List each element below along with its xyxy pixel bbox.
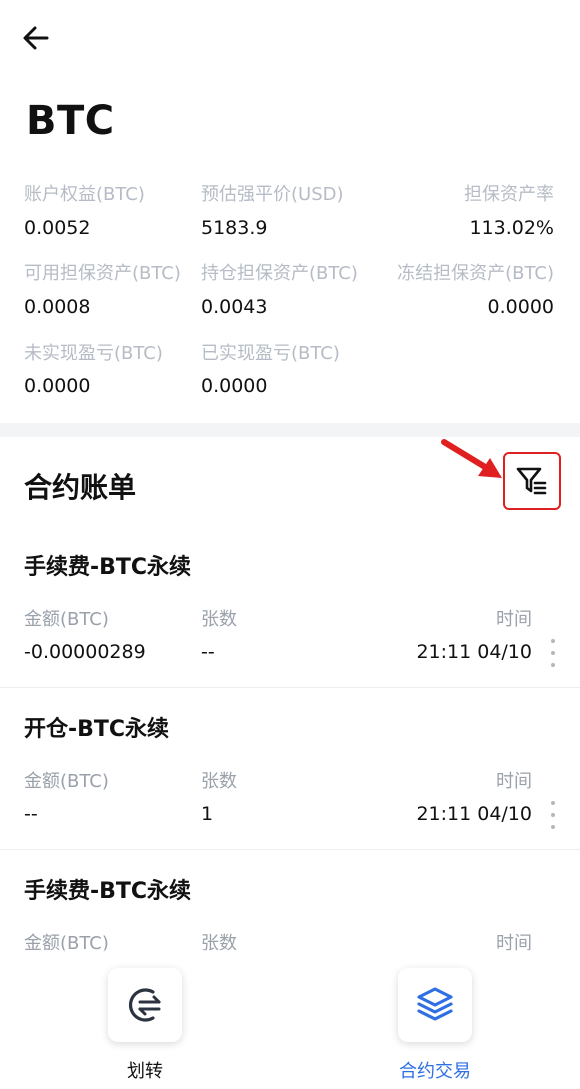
annotation-arrow-icon bbox=[441, 439, 502, 478]
bill-amount-label: 金额(BTC) bbox=[24, 609, 109, 630]
page-title: BTC bbox=[26, 98, 115, 144]
bill-time: 21:11 04/10 bbox=[416, 803, 532, 825]
list-divider bbox=[0, 849, 580, 850]
summary-label-available: 可用担保资产(BTC) bbox=[24, 263, 181, 284]
layers-icon bbox=[417, 987, 453, 1021]
bill-count-label: 张数 bbox=[201, 609, 237, 630]
contract-trade-button[interactable] bbox=[398, 968, 472, 1042]
summary-label-realized-pnl: 已实现盈亏(BTC) bbox=[201, 343, 340, 364]
bill-amount-label: 金额(BTC) bbox=[24, 771, 109, 792]
summary-value-position-margin: 0.0043 bbox=[201, 296, 268, 318]
summary-label-frozen: 冻结担保资产(BTC) bbox=[397, 263, 554, 284]
summary-value-frozen: 0.0000 bbox=[487, 296, 554, 318]
filter-button[interactable] bbox=[503, 452, 561, 510]
bills-section-title: 合约账单 bbox=[24, 471, 137, 504]
bill-count: 1 bbox=[201, 803, 214, 825]
summary-label-position-margin: 持仓担保资产(BTC) bbox=[201, 263, 358, 284]
summary-label-liq-price: 预估强平价(USD) bbox=[201, 184, 344, 205]
transfer-label: 划转 bbox=[127, 1061, 163, 1082]
bill-amount: -0.00000289 bbox=[24, 641, 146, 663]
bill-time-label: 时间 bbox=[496, 609, 532, 630]
arrow-left-icon bbox=[23, 26, 49, 50]
bill-title: 手续费-BTC永续 bbox=[24, 555, 192, 580]
contract-trade-label: 合约交易 bbox=[399, 1061, 471, 1082]
transfer-icon bbox=[128, 988, 161, 1022]
bill-time: 21:11 04/10 bbox=[416, 641, 532, 663]
bottom-action-bar bbox=[0, 950, 580, 1089]
summary-value-unrealized-pnl: 0.0000 bbox=[24, 375, 91, 397]
summary-label-equity: 账户权益(BTC) bbox=[24, 184, 145, 205]
more-options-icon[interactable] bbox=[549, 639, 557, 667]
summary-value-realized-pnl: 0.0000 bbox=[201, 375, 268, 397]
summary-value-liq-price: 5183.9 bbox=[201, 217, 268, 239]
bill-time-label: 时间 bbox=[496, 771, 532, 792]
section-separator bbox=[0, 423, 580, 437]
list-divider bbox=[0, 687, 580, 688]
summary-label-unrealized-pnl: 未实现盈亏(BTC) bbox=[24, 343, 163, 364]
bill-count-label: 张数 bbox=[201, 771, 237, 792]
more-options-icon[interactable] bbox=[549, 801, 557, 829]
back-button[interactable] bbox=[20, 22, 52, 54]
summary-value-equity: 0.0052 bbox=[24, 217, 91, 239]
summary-value-margin-ratio: 113.02% bbox=[469, 217, 554, 239]
bill-title: 手续费-BTC永续 bbox=[24, 879, 192, 904]
bill-amount: -- bbox=[24, 803, 38, 825]
bill-count: -- bbox=[201, 641, 215, 663]
filter-icon bbox=[516, 467, 547, 495]
summary-label-margin-ratio: 担保资产率 bbox=[464, 184, 554, 205]
transfer-button[interactable] bbox=[108, 968, 182, 1042]
bill-title: 开仓-BTC永续 bbox=[24, 717, 170, 742]
summary-value-available: 0.0008 bbox=[24, 296, 91, 318]
